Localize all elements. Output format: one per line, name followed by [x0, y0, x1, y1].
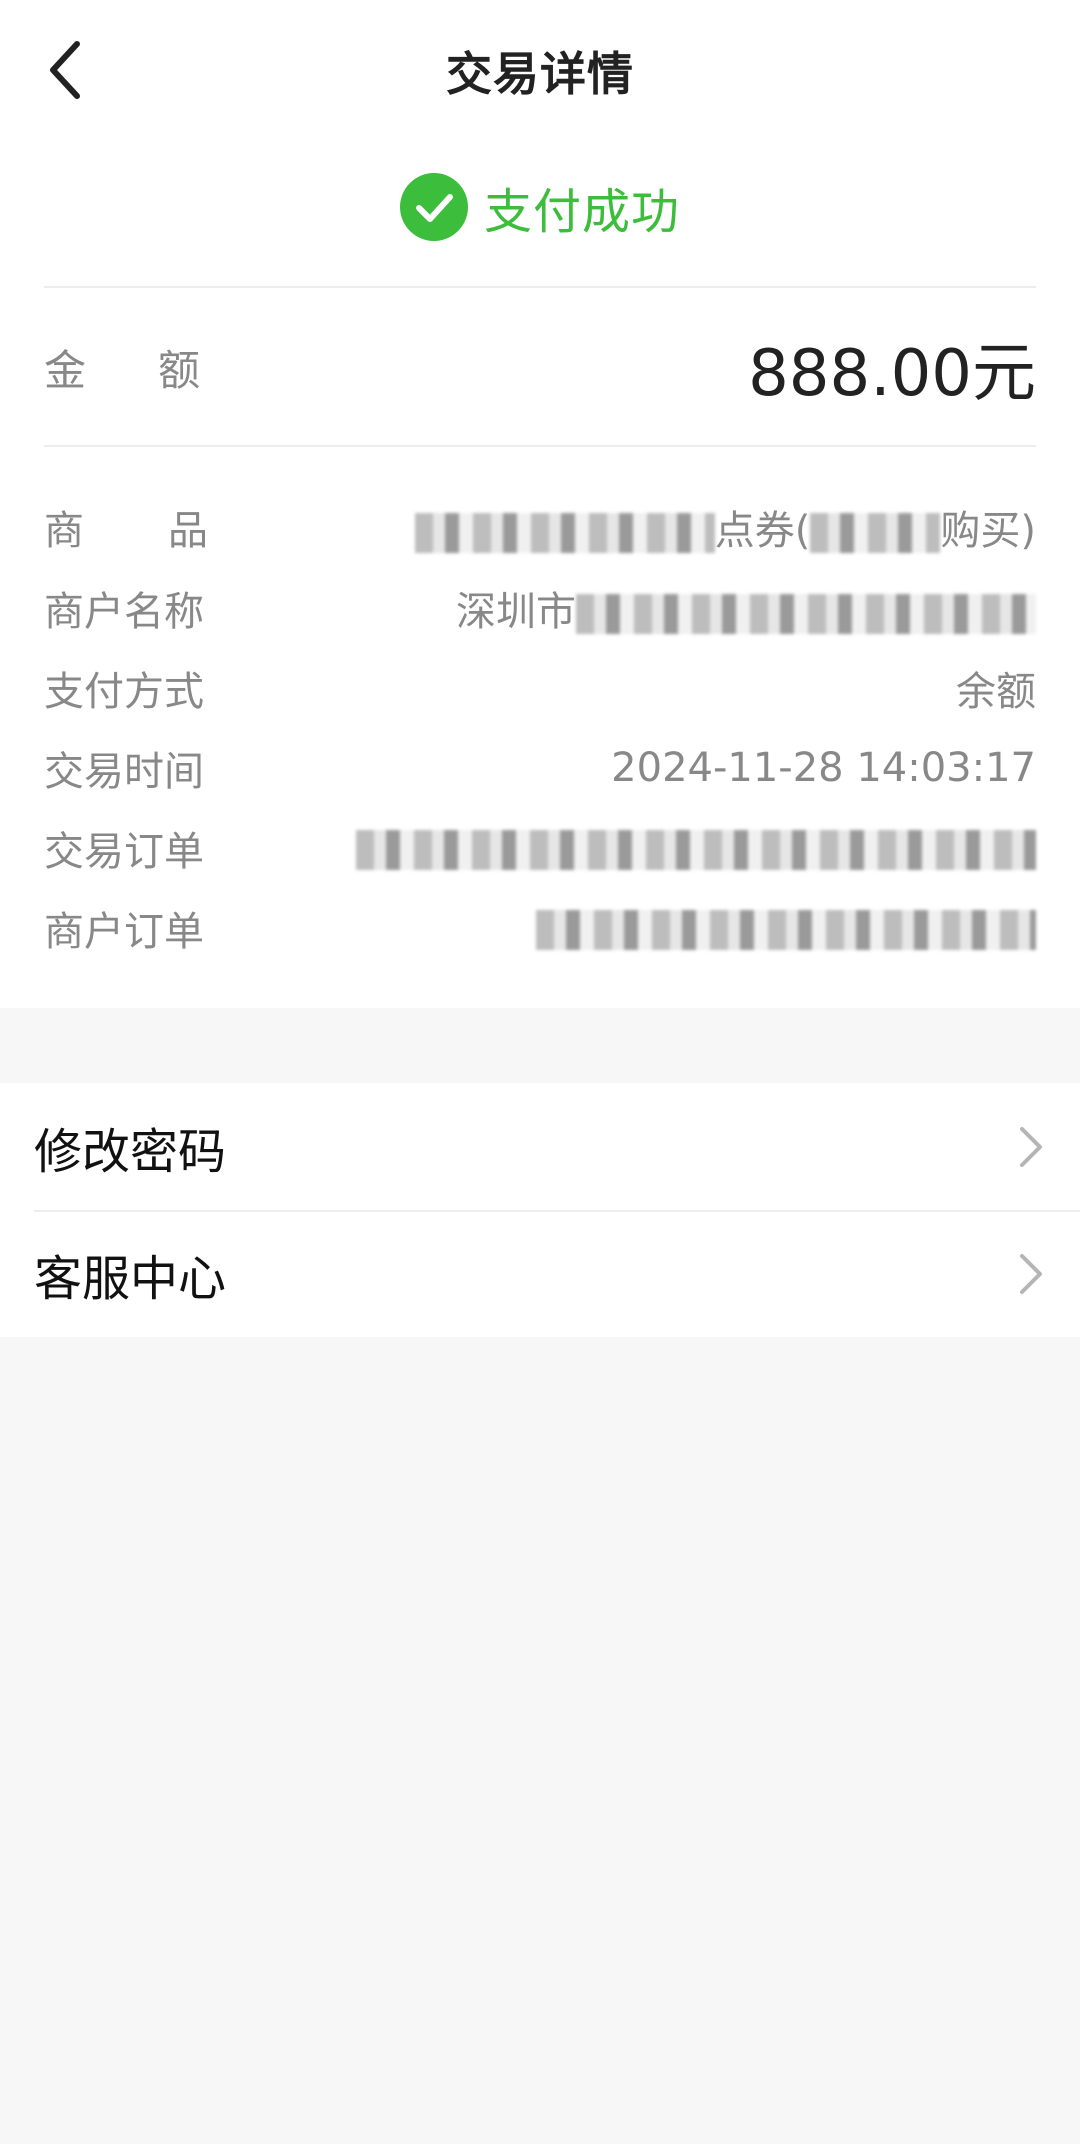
redacted-text [536, 910, 1036, 950]
page-title: 交易详情 [446, 47, 634, 101]
redacted-text [414, 513, 715, 553]
merchant-order-value [536, 905, 1036, 951]
change-password-item[interactable]: 修改密码 [0, 1083, 1080, 1210]
product-label: 商品 [44, 508, 292, 554]
payment-status: 支付成功 [0, 172, 1080, 242]
transaction-detail-card: 交易详情 支付成功 金额 888.00元 商品 点券(购买) 商户名称 深圳市 … [0, 0, 1080, 1008]
redacted-text [810, 513, 941, 553]
transaction-time-label: 交易时间 [44, 749, 204, 795]
product-row: 商品 点券(购买) [44, 497, 1036, 557]
merchant-order-row: 商户订单 [44, 898, 1036, 958]
chevron-right-icon [1020, 1254, 1042, 1294]
product-value: 点券(购买) [414, 498, 1036, 556]
payment-method-value: 余额 [956, 669, 1036, 715]
settings-menu: 修改密码 客服中心 [0, 1083, 1080, 1337]
payment-status-text: 支付成功 [483, 184, 680, 240]
payment-method-row: 支付方式 余额 [44, 658, 1036, 718]
amount-label: 金额 [44, 346, 273, 395]
redacted-text [576, 594, 1036, 634]
merchant-order-label: 商户订单 [44, 909, 204, 955]
transaction-time-row: 交易时间 2024-11-28 14:03:17 [44, 738, 1036, 798]
change-password-label: 修改密码 [34, 1123, 227, 1180]
customer-service-item[interactable]: 客服中心 [0, 1210, 1080, 1337]
transaction-order-value [356, 825, 1036, 871]
divider [44, 286, 1036, 288]
customer-service-label: 客服中心 [34, 1250, 227, 1307]
merchant-name-value: 深圳市 [456, 579, 1036, 637]
transaction-order-row: 交易订单 [44, 818, 1036, 878]
redacted-text [356, 830, 1036, 870]
payment-method-label: 支付方式 [44, 669, 204, 715]
navigation-bar: 交易详情 [0, 0, 1080, 140]
transaction-order-label: 交易订单 [44, 829, 204, 875]
chevron-right-icon [1020, 1127, 1042, 1167]
transaction-time-value: 2024-11-28 14:03:17 [611, 745, 1036, 791]
amount-value: 888.00元 [748, 337, 1036, 411]
merchant-name-label: 商户名称 [44, 589, 204, 635]
merchant-name-row: 商户名称 深圳市 [44, 578, 1036, 638]
divider [44, 445, 1036, 447]
check-circle-icon [399, 173, 468, 241]
